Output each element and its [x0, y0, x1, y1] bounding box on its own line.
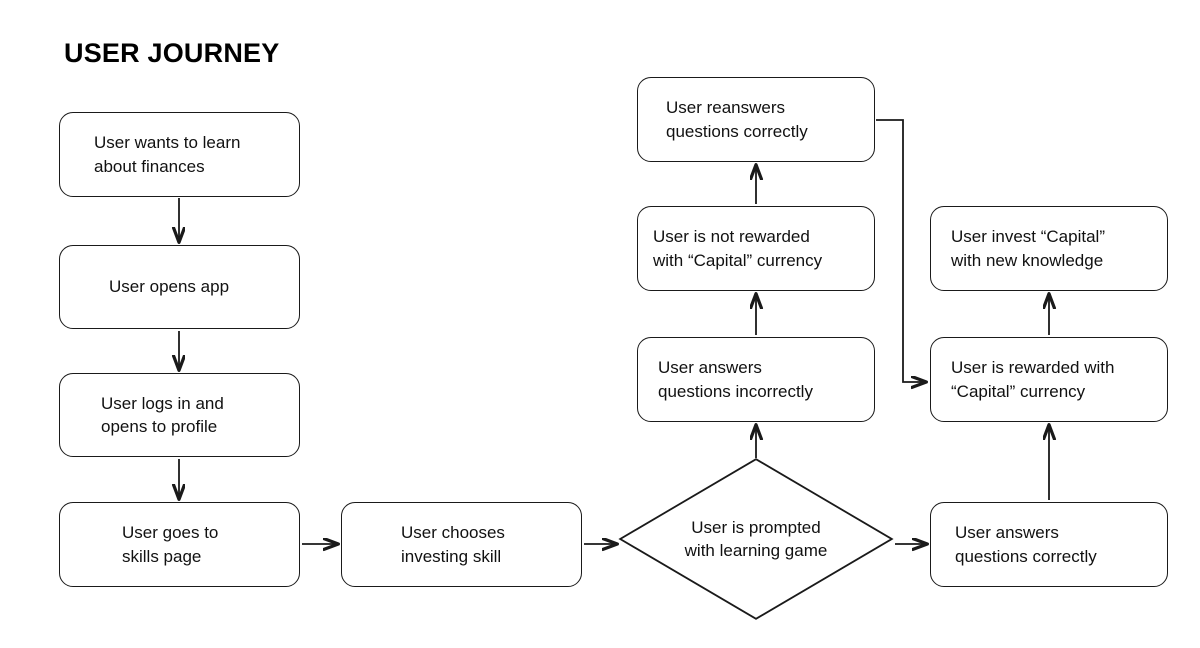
node-label: User logs in and opens to profile	[101, 393, 224, 436]
node-label: User wants to learn about finances	[94, 133, 241, 176]
node-label: User is rewarded with “Capital” currency	[951, 358, 1115, 401]
node-user-chooses-investing-skill[interactable]: User chooses investing skill	[341, 502, 582, 587]
node-user-answers-incorrectly[interactable]: User answers questions incorrectly	[637, 337, 875, 422]
node-user-goes-to-skills-page[interactable]: User goes to skills page	[59, 502, 300, 587]
node-user-not-rewarded[interactable]: User is not rewarded with “Capital” curr…	[637, 206, 875, 291]
edge-n9-n11	[876, 119, 926, 382]
node-user-answers-correctly[interactable]: User answers questions correctly	[930, 502, 1168, 587]
node-user-logs-in[interactable]: User logs in and opens to profile	[59, 373, 300, 457]
diamond-shape	[618, 458, 894, 620]
node-user-is-prompted-decision[interactable]: User is prompted with learning game	[618, 458, 894, 620]
node-user-reanswers-correctly[interactable]: User reanswers questions correctly	[637, 77, 875, 162]
node-label: User goes to skills page	[122, 523, 219, 566]
node-label: User answers questions incorrectly	[658, 358, 813, 401]
node-label: User answers questions correctly	[955, 523, 1097, 566]
node-label: User chooses investing skill	[401, 523, 505, 566]
node-label: User is not rewarded with “Capital” curr…	[653, 227, 823, 270]
node-label: User opens app	[109, 277, 230, 297]
node-user-wants-to-learn[interactable]: User wants to learn about finances	[59, 112, 300, 197]
user-journey-diagram-canvas: USER JOURNEY User wants to learn about f…	[0, 0, 1200, 648]
node-user-is-rewarded[interactable]: User is rewarded with “Capital” currency	[930, 337, 1168, 422]
page-title: USER JOURNEY	[64, 38, 280, 68]
node-user-invest-capital[interactable]: User invest “Capital” with new knowledge	[930, 206, 1168, 291]
node-label: User reanswers questions correctly	[666, 98, 808, 141]
node-user-opens-app[interactable]: User opens app	[59, 245, 300, 329]
node-label: User invest “Capital” with new knowledge	[951, 227, 1105, 270]
